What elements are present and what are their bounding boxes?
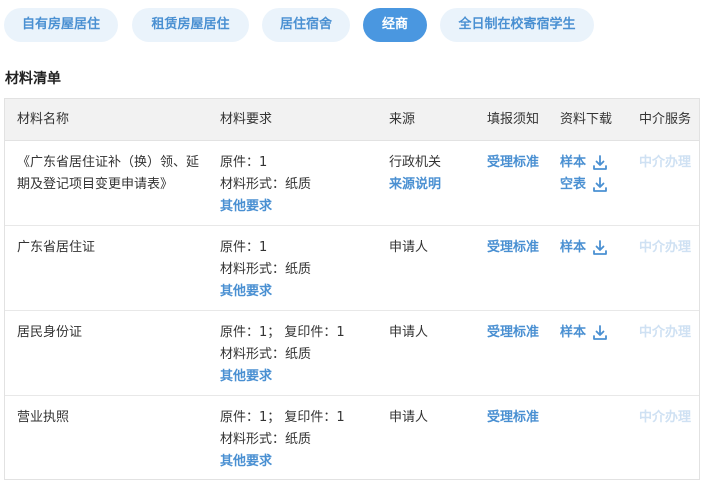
material-source: 申请人: [389, 322, 428, 344]
source-text: 行政机关: [389, 155, 442, 170]
header-material-requirements: 材料要求: [220, 112, 273, 127]
material-name: 《广东省居住证补（换）领、延期及登记项目变更申请表》: [17, 155, 200, 192]
fill-notes: 受理标准: [487, 152, 539, 174]
material-requirements: 原件：1 材料形式：纸质 其他要求: [220, 152, 311, 218]
other-requirements-link[interactable]: 其他要求: [220, 366, 345, 388]
acceptance-standard-link[interactable]: 受理标准: [487, 152, 539, 174]
agent-service-link[interactable]: 中介办理: [639, 152, 691, 174]
header-material-name: 材料名称: [17, 112, 70, 127]
agent-service: 中介办理: [639, 322, 691, 344]
download-sample-button[interactable]: 样本: [560, 152, 608, 174]
fill-notes: 受理标准: [487, 322, 539, 344]
other-requirements-link[interactable]: 其他要求: [220, 196, 311, 218]
material-requirements: 原件：1 材料形式：纸质 其他要求: [220, 237, 311, 303]
header-fill-notes: 填报须知: [487, 112, 540, 127]
download-icon: [593, 325, 607, 340]
download-label: 样本: [560, 155, 587, 170]
material-name: 广东省居住证: [17, 240, 96, 255]
agent-service-link[interactable]: 中介办理: [639, 237, 691, 259]
source-text: 申请人: [389, 240, 429, 255]
source-text: 申请人: [389, 325, 429, 340]
download-icon: [593, 155, 607, 170]
fill-notes: 受理标准: [487, 407, 539, 429]
other-requirements-link[interactable]: 其他要求: [220, 451, 345, 473]
download-label: 样本: [560, 240, 587, 255]
material-requirements: 原件：1； 复印件：1 材料形式：纸质 其他要求: [220, 407, 345, 473]
download-icon: [593, 177, 607, 192]
download-sample-button[interactable]: 样本: [560, 237, 608, 259]
requirement-original: 原件：1； 复印件：1: [220, 325, 345, 340]
requirement-form: 材料形式：纸质: [220, 432, 312, 447]
requirement-original: 原件：1； 复印件：1: [220, 410, 345, 425]
material-requirements: 原件：1； 复印件：1 材料形式：纸质 其他要求: [220, 322, 345, 388]
agent-service-link[interactable]: 中介办理: [639, 322, 691, 344]
material-source: 行政机关 来源说明: [389, 152, 441, 196]
download-icon: [593, 240, 607, 255]
header-agent-service: 中介服务: [639, 112, 692, 127]
fill-notes: 受理标准: [487, 237, 539, 259]
download-sample-button[interactable]: 样本: [560, 322, 608, 344]
tab-boarding-student[interactable]: 全日制在校寄宿学生: [440, 8, 594, 42]
table-header: 材料名称 材料要求 来源 填报须知 资料下载 中介服务: [5, 99, 699, 141]
download-label: 样本: [560, 325, 587, 340]
downloads: 样本 空表: [560, 152, 608, 196]
material-name: 居民身份证: [17, 325, 83, 340]
requirement-original: 原件：1: [220, 240, 268, 255]
table-row: 广东省居住证 原件：1 材料形式：纸质 其他要求 申请人 受理标准 样本 中介办…: [5, 226, 699, 311]
requirement-original: 原件：1: [220, 155, 268, 170]
tab-business[interactable]: 经商: [363, 8, 427, 42]
materials-table: 材料名称 材料要求 来源 填报须知 资料下载 中介服务 《广东省居住证补（换）领…: [4, 98, 700, 480]
downloads: 样本: [560, 322, 608, 344]
source-text: 申请人: [389, 410, 429, 425]
agent-service: 中介办理: [639, 407, 691, 429]
material-source: 申请人: [389, 407, 428, 429]
requirement-form: 材料形式：纸质: [220, 262, 312, 277]
tab-dormitory[interactable]: 居住宿舍: [262, 8, 350, 42]
acceptance-standard-link[interactable]: 受理标准: [487, 407, 539, 429]
tab-rented-house[interactable]: 租赁房屋居住: [132, 8, 249, 42]
agent-service: 中介办理: [639, 152, 691, 174]
acceptance-standard-link[interactable]: 受理标准: [487, 322, 539, 344]
table-row: 居民身份证 原件：1； 复印件：1 材料形式：纸质 其他要求 申请人 受理标准 …: [5, 311, 699, 396]
download-blank-form-button[interactable]: 空表: [560, 174, 608, 196]
material-name: 营业执照: [17, 410, 70, 425]
table-row: 《广东省居住证补（换）领、延期及登记项目变更申请表》 原件：1 材料形式：纸质 …: [5, 141, 699, 226]
header-downloads: 资料下载: [560, 112, 613, 127]
section-title: 材料清单: [5, 71, 61, 87]
other-requirements-link[interactable]: 其他要求: [220, 281, 311, 303]
acceptance-standard-link[interactable]: 受理标准: [487, 237, 539, 259]
table-row: 营业执照 原件：1； 复印件：1 材料形式：纸质 其他要求 申请人 受理标准 中…: [5, 396, 699, 480]
download-label: 空表: [560, 177, 587, 192]
material-source: 申请人: [389, 237, 428, 259]
requirement-form: 材料形式：纸质: [220, 177, 312, 192]
source-explanation-link[interactable]: 来源说明: [389, 174, 441, 196]
agent-service: 中介办理: [639, 237, 691, 259]
requirement-form: 材料形式：纸质: [220, 347, 312, 362]
header-source: 来源: [389, 112, 416, 127]
tab-own-house[interactable]: 自有房屋居住: [4, 8, 118, 42]
agent-service-link[interactable]: 中介办理: [639, 407, 691, 429]
downloads: 样本: [560, 237, 608, 259]
